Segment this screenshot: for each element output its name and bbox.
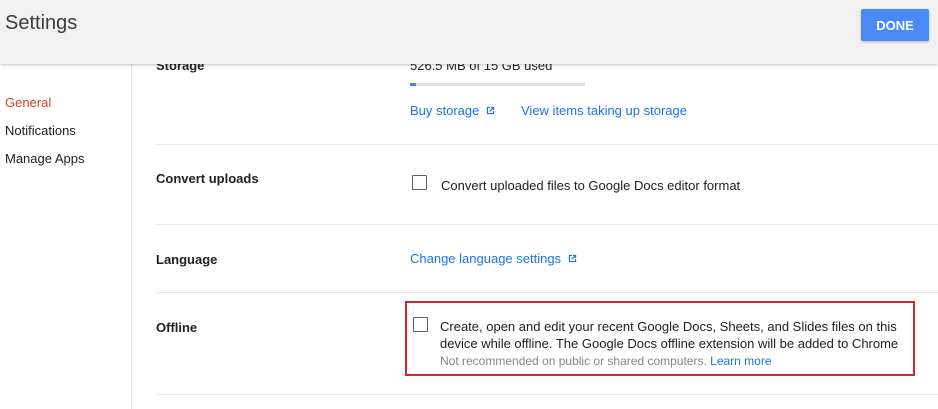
- change-language-label: Change language settings: [410, 251, 562, 266]
- storage-usage-text: 526.5 MB of 15 GB used: [410, 64, 553, 73]
- divider: [156, 394, 938, 395]
- offline-label: Offline: [156, 320, 198, 335]
- convert-uploads-checkbox[interactable]: [412, 175, 427, 190]
- sidebar-item-manage-apps[interactable]: Manage Apps: [5, 151, 85, 166]
- done-button[interactable]: DONE: [861, 9, 929, 41]
- buy-storage-link[interactable]: Buy storage: [410, 103, 496, 119]
- offline-checkbox[interactable]: [413, 317, 428, 332]
- offline-highlight-box: Create, open and edit your recent Google…: [405, 301, 915, 376]
- buy-storage-label: Buy storage: [410, 103, 480, 118]
- storage-progress-bar: [410, 83, 585, 86]
- storage-progress-fill: [410, 83, 416, 86]
- divider: [156, 144, 938, 145]
- divider: [156, 292, 938, 293]
- external-link-icon: [485, 104, 496, 119]
- convert-uploads-checkbox-label[interactable]: Convert uploaded files to Google Docs ed…: [441, 178, 740, 193]
- settings-content[interactable]: Storage 526.5 MB of 15 GB used Buy stora…: [132, 64, 938, 409]
- sidebar-item-notifications[interactable]: Notifications: [5, 123, 76, 138]
- settings-sidebar: General Notifications Manage Apps: [0, 64, 132, 409]
- offline-note-text: Not recommended on public or shared comp…: [440, 354, 707, 368]
- settings-header: Settings DONE: [0, 0, 938, 64]
- learn-more-link[interactable]: Learn more: [710, 354, 771, 368]
- change-language-link[interactable]: Change language settings: [410, 251, 578, 267]
- page-title: Settings: [5, 12, 78, 34]
- offline-description[interactable]: Create, open and edit your recent Google…: [440, 318, 910, 352]
- external-link-icon: [567, 252, 578, 267]
- view-items-storage-link[interactable]: View items taking up storage: [521, 103, 687, 118]
- sidebar-item-general[interactable]: General: [5, 95, 51, 110]
- offline-note: Not recommended on public or shared comp…: [440, 354, 772, 368]
- language-label: Language: [156, 252, 218, 267]
- divider: [156, 224, 938, 225]
- convert-uploads-label: Convert uploads: [156, 171, 259, 186]
- storage-label: Storage: [156, 64, 205, 73]
